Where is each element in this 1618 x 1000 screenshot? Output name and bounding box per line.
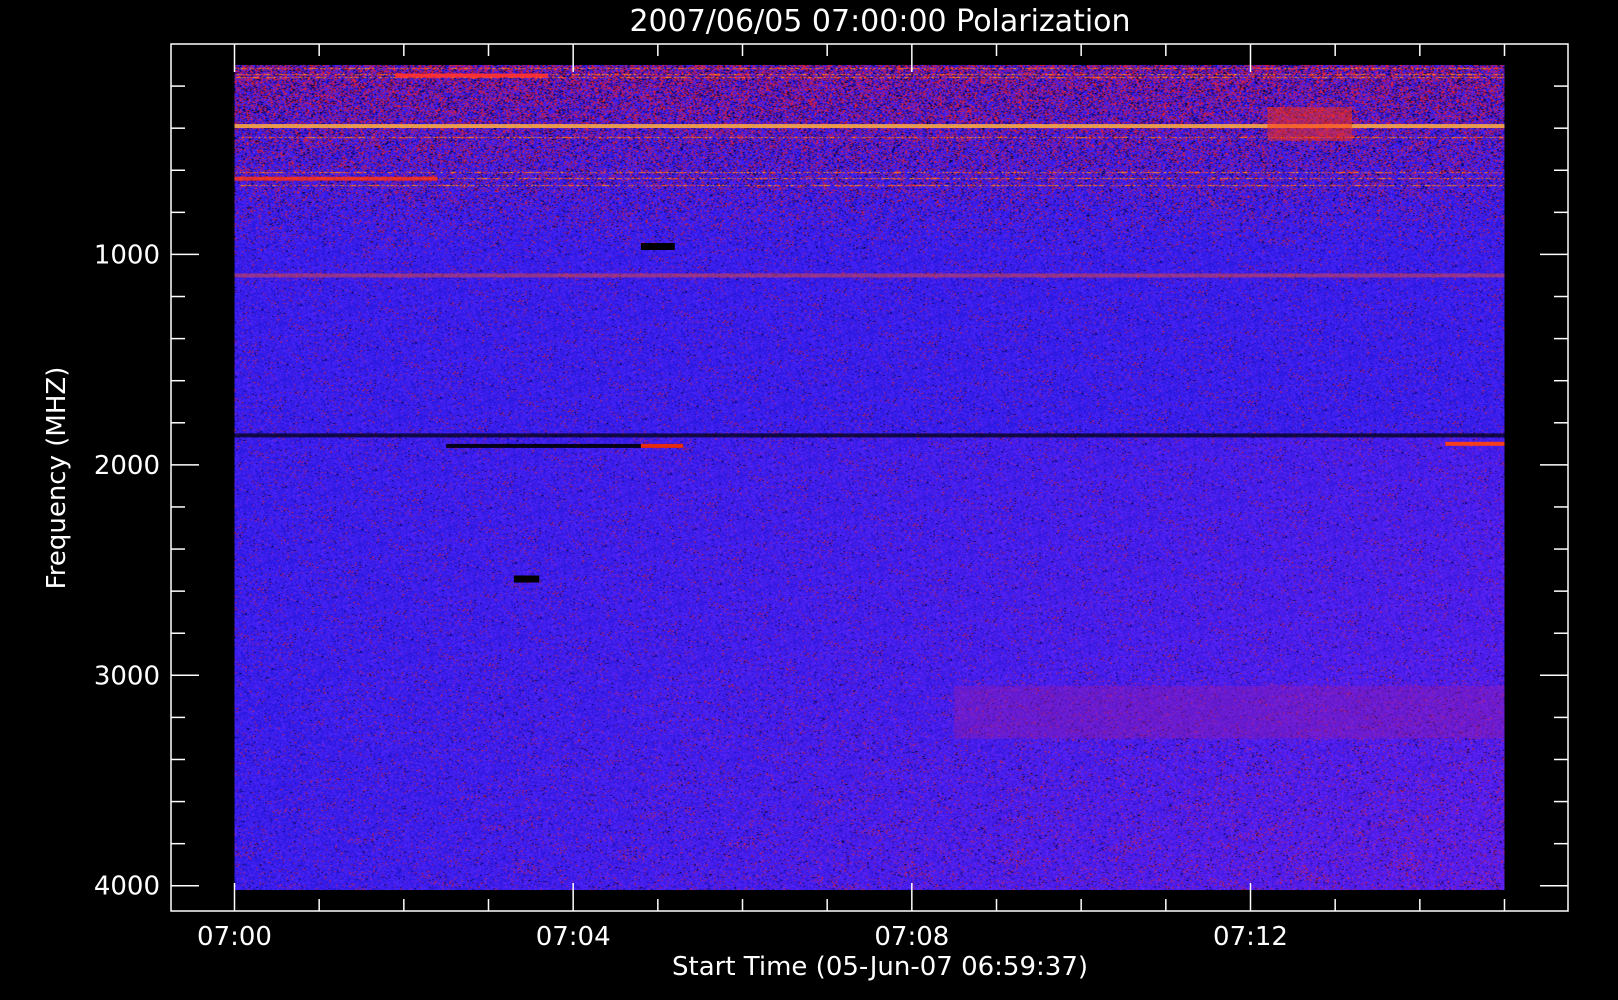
feature-block — [640, 243, 675, 251]
x-axis-label: Start Time (05-Jun-07 06:59:37) — [672, 952, 1088, 982]
feature-band — [395, 73, 548, 78]
y-tick-label: 1000 — [94, 240, 160, 270]
feature-region — [1267, 107, 1353, 141]
x-tick-label: 07:08 — [874, 922, 949, 952]
feature-block — [513, 575, 540, 583]
heatmap-image — [234, 65, 1505, 891]
x-tick-label: 07:12 — [1213, 922, 1288, 952]
chart-title: 2007/06/05 07:00:00 Polarization — [629, 4, 1130, 39]
y-tick-label: 4000 — [94, 872, 160, 902]
feature-band — [1445, 441, 1505, 446]
feature-region — [954, 685, 1505, 739]
x-tick-label: 07:00 — [197, 922, 272, 952]
y-tick-label: 2000 — [94, 451, 160, 481]
feature-band — [234, 176, 438, 181]
x-tick-label: 07:04 — [536, 922, 611, 952]
y-tick-label: 3000 — [94, 661, 160, 691]
feature-band — [640, 443, 684, 448]
feature-band — [234, 273, 1505, 278]
spectrogram-chart: 2007/06/05 07:00:00 Polarization 07:00 07… — [0, 0, 1618, 1000]
heatmap-raster — [234, 65, 1505, 891]
y-axis-label: Frequency (MHZ) — [42, 367, 72, 590]
feature-band — [234, 433, 1505, 438]
